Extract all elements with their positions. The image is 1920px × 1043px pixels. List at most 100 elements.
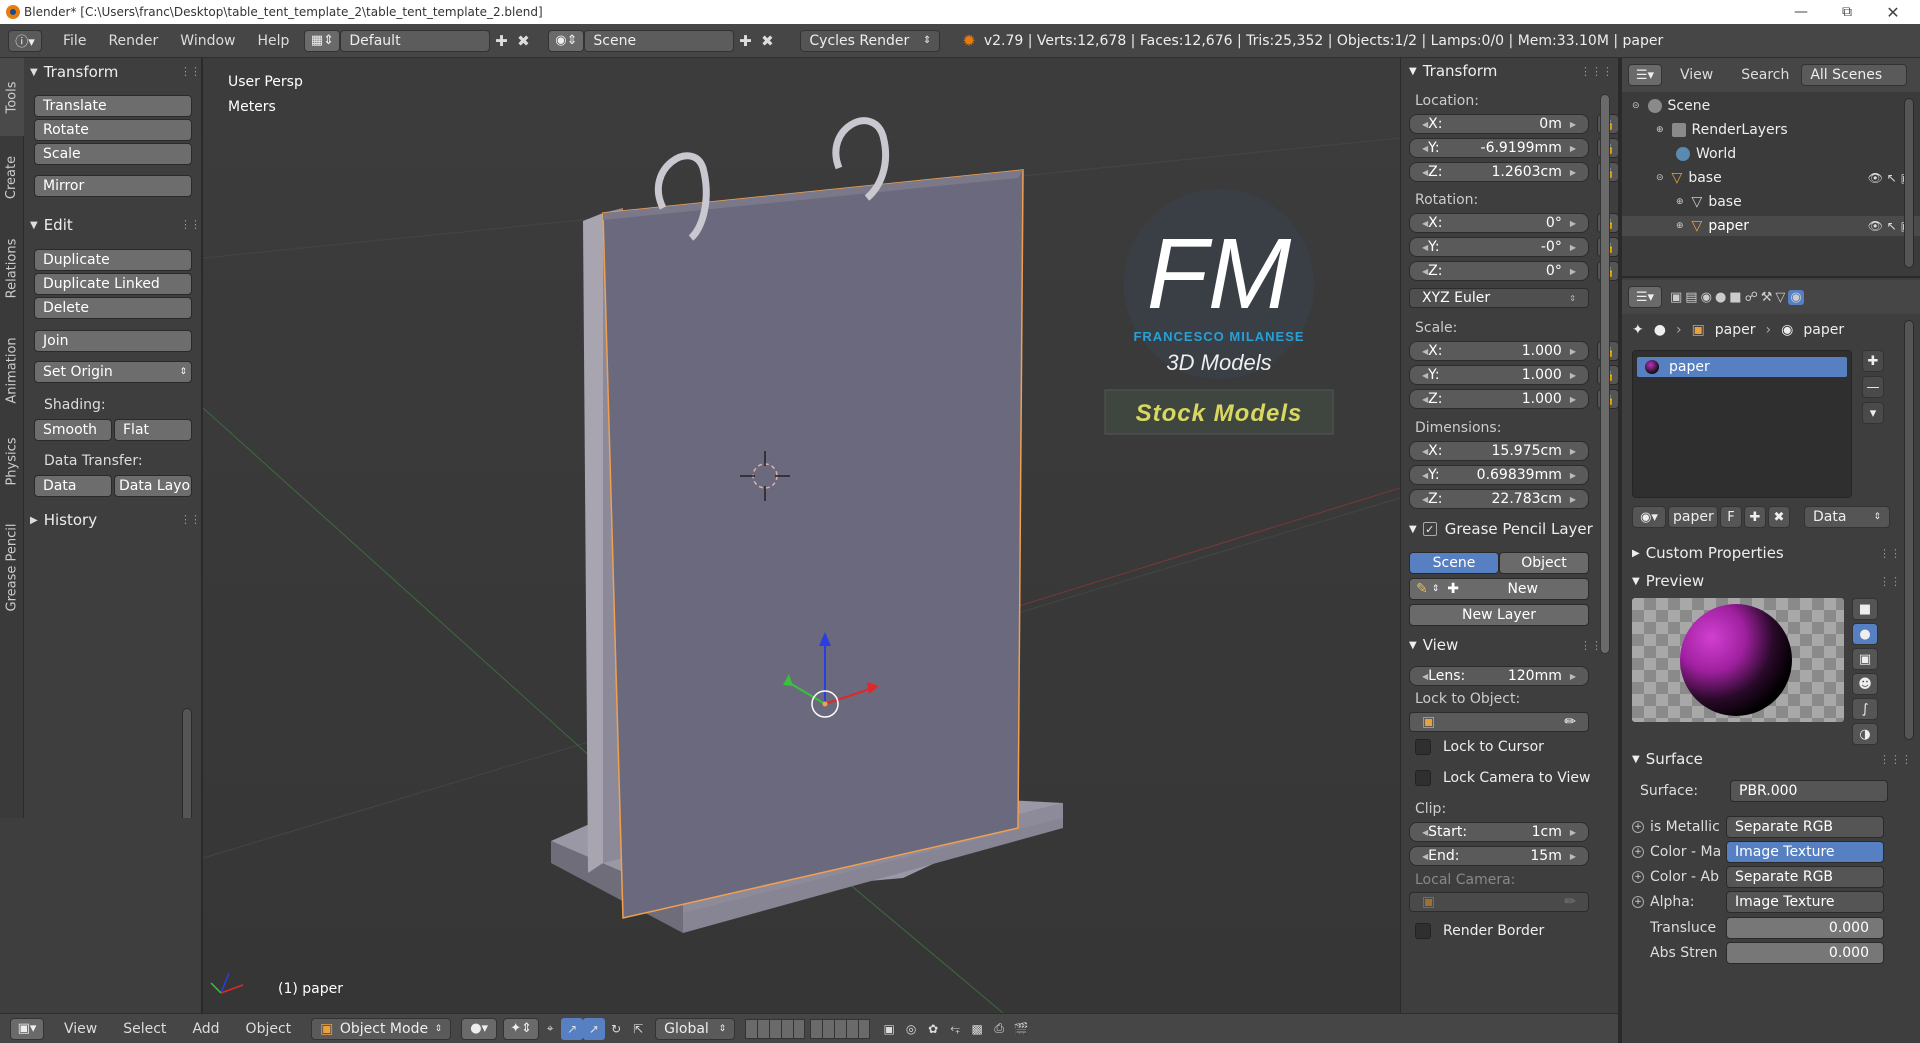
grip-icon[interactable]: ⋮⋮⋮ <box>180 65 211 78</box>
custom-properties-header[interactable]: ▶ Custom Properties ⋮⋮⋮ <box>1632 542 1912 564</box>
duplicate-linked-button[interactable]: Duplicate Linked <box>34 273 192 295</box>
lock-camera-checkbox[interactable]: Lock Camera to View <box>1415 770 1591 786</box>
menu-add[interactable]: Add <box>192 1021 219 1037</box>
surface-shader-select[interactable]: PBR.000 <box>1730 780 1888 802</box>
editor-type-3d-icon[interactable]: ▣▾ <box>10 1017 44 1040</box>
abs-strength-slider[interactable]: 0.000 <box>1726 942 1884 964</box>
menu-help[interactable]: Help <box>246 33 300 49</box>
expand-input-icon[interactable]: + <box>1632 846 1644 858</box>
constraints-tab-icon[interactable]: ☍ <box>1745 290 1758 305</box>
grip-icon[interactable]: ⋮⋮⋮ <box>1879 753 1912 766</box>
flat-button[interactable]: Flat <box>114 419 192 441</box>
scene-tab-icon[interactable]: ◉ <box>1701 290 1712 305</box>
rotation-mode-select[interactable]: XYZ Euler ⇕ <box>1409 288 1589 308</box>
add-layout-icon[interactable]: ✚ <box>490 30 512 52</box>
outliner-scrollbar[interactable] <box>1904 98 1914 268</box>
opengl-anim-icon[interactable]: 🎬 <box>1010 1018 1032 1040</box>
layers-tab-icon[interactable]: ▤ <box>1685 290 1697 305</box>
new-layer-button[interactable]: New Layer <box>1409 604 1589 626</box>
npanel-scrollbar[interactable] <box>1600 94 1610 654</box>
tab-tools[interactable]: Tools <box>0 58 24 136</box>
lens-field[interactable]: ◀ Lens: 120mm ▶ <box>1409 666 1589 686</box>
context-tabs[interactable]: ▣ ▤ ◉ ● ■ ☍ ⚒ ▽ ◉ <box>1670 289 1804 305</box>
fake-user-button[interactable]: F <box>1720 506 1742 528</box>
clip-start-field[interactable]: ◀ Start: 1cm ▶ <box>1409 822 1589 842</box>
scene-field[interactable]: Scene <box>584 29 735 52</box>
menu-select[interactable]: Select <box>123 1021 166 1037</box>
input-link-select[interactable]: Image Texture <box>1726 841 1884 863</box>
lock-to-cursor-checkbox[interactable]: Lock to Cursor <box>1415 739 1544 755</box>
grip-icon[interactable]: ⋮⋮⋮ <box>180 513 211 526</box>
grease-pencil-layer-header[interactable]: ▼ ✓ Grease Pencil Layer <box>1409 518 1605 540</box>
layer-grid[interactable] <box>745 1018 871 1039</box>
transform-header[interactable]: ▼ Transform ⋮⋮⋮ <box>1409 60 1613 82</box>
material-slot-item[interactable]: paper <box>1637 357 1847 377</box>
input-link-select[interactable]: Image Texture <box>1726 891 1884 913</box>
menu-window[interactable]: Window <box>169 33 246 49</box>
sphere-preview-icon[interactable]: ● <box>1852 623 1878 645</box>
gp-new-button[interactable]: ✎ ⇕ ✚ New <box>1409 578 1589 600</box>
outliner-filter-select[interactable]: All Scenes <box>1801 64 1908 86</box>
rotate-manipulator-icon[interactable]: ↻ <box>605 1018 627 1040</box>
set-origin-select[interactable]: Set Origin ⇕ <box>34 361 192 383</box>
proportional-edit-icon[interactable]: ◎ <box>900 1018 922 1040</box>
outliner-item-world[interactable]: World <box>1622 144 1920 164</box>
scale-z-field[interactable]: ◀ Z: 1.000 ▶ <box>1409 389 1589 409</box>
location-z-field[interactable]: ◀ Z: 1.2603cm ▶ <box>1409 162 1589 182</box>
dimension-x-field[interactable]: ◀ X: 15.975cm ▶ <box>1409 441 1589 461</box>
pivot-point-icon[interactable]: ✦⇕ <box>503 1017 540 1040</box>
tab-animation[interactable]: Animation <box>0 320 24 420</box>
slot-menu-icon[interactable]: ▾ <box>1862 402 1884 424</box>
checkbox-checked-icon[interactable]: ✓ <box>1422 522 1437 536</box>
cube-preview-icon[interactable]: ▣ <box>1852 648 1878 670</box>
properties-scrollbar[interactable] <box>1904 320 1914 740</box>
viewport-shading-icon[interactable]: ●▾ <box>461 1017 498 1040</box>
smooth-button[interactable]: Smooth <box>34 419 112 441</box>
edit-panel-header[interactable]: ▼ Edit ⋮⋮⋮ <box>30 214 211 236</box>
scale-button[interactable]: Scale <box>34 143 192 165</box>
menu-object[interactable]: Object <box>246 1021 292 1037</box>
snap-icon[interactable]: ✿ <box>922 1018 944 1040</box>
duplicate-button[interactable]: Duplicate <box>34 249 192 271</box>
browse-material-icon[interactable]: ◉▾ <box>1632 506 1666 528</box>
tab-relations[interactable]: Relations <box>0 218 24 318</box>
gp-object-toggle[interactable]: Object <box>1499 552 1589 574</box>
expand-input-icon[interactable]: + <box>1632 896 1644 908</box>
snap-element-icon[interactable]: ⥆ <box>944 1018 966 1040</box>
add-slot-icon[interactable]: ✚ <box>1862 350 1884 372</box>
delete-button[interactable]: Delete <box>34 297 192 319</box>
translate-manipulator-icon[interactable]: ↗ <box>561 1017 584 1040</box>
move-manipulator-icon[interactable]: ➚ <box>583 1017 606 1040</box>
tab-create[interactable]: Create <box>0 138 24 216</box>
outliner-item-renderlayers[interactable]: ⊕ RenderLayers <box>1622 120 1920 140</box>
join-button[interactable]: Join <box>34 330 192 352</box>
remove-slot-icon[interactable]: — <box>1862 376 1884 398</box>
expand-icon[interactable]: ⊕ <box>1676 197 1684 207</box>
scale-manipulator-icon[interactable]: ⇱ <box>627 1018 649 1040</box>
remove-layout-icon[interactable]: ✖ <box>512 30 534 52</box>
render-tab-icon[interactable]: ▣ <box>1670 290 1682 305</box>
menu-render[interactable]: Render <box>97 33 169 49</box>
preview-header[interactable]: ▼ Preview ⋮⋮⋮ <box>1632 570 1912 592</box>
pin-icon[interactable]: ✦ <box>1632 322 1644 338</box>
outliner-view-menu[interactable]: View <box>1680 67 1713 83</box>
outliner-item-base-object[interactable]: ⊝ ▽ base 👁 ↖ ▣ <box>1622 168 1920 188</box>
outliner-editor-icon[interactable]: ☰▾ <box>1628 64 1662 86</box>
input-link-select[interactable]: Separate RGB <box>1726 866 1884 888</box>
translucent-slider[interactable]: 0.000 <box>1726 917 1884 939</box>
transform-orientation-select[interactable]: Global ⇕ <box>655 1017 736 1040</box>
add-scene-icon[interactable]: ✚ <box>734 30 756 52</box>
manipulator-toggle-icon[interactable]: ⌖ <box>539 1018 561 1040</box>
collapse-icon[interactable]: ⊝ <box>1632 101 1640 111</box>
3d-viewport[interactable]: FM FRANCESCO MILANESE 3D Models Stock Mo… <box>203 58 1400 1013</box>
screen-layout-field[interactable]: Default <box>340 29 491 52</box>
rotate-button[interactable]: Rotate <box>34 119 192 141</box>
layers-block-2[interactable] <box>810 1018 871 1039</box>
restore-icon[interactable]: ⧉ <box>1824 0 1870 24</box>
lock-layers-icon[interactable]: ▣ <box>878 1018 900 1040</box>
close-icon[interactable]: ✕ <box>1870 0 1916 24</box>
expand-input-icon[interactable]: + <box>1632 821 1644 833</box>
render-engine-select[interactable]: Cycles Render ⇕ <box>800 29 941 52</box>
dimension-z-field[interactable]: ◀ Z: 22.783cm ▶ <box>1409 489 1589 509</box>
view-header[interactable]: ▼ View ⋮⋮⋮ <box>1409 634 1613 656</box>
